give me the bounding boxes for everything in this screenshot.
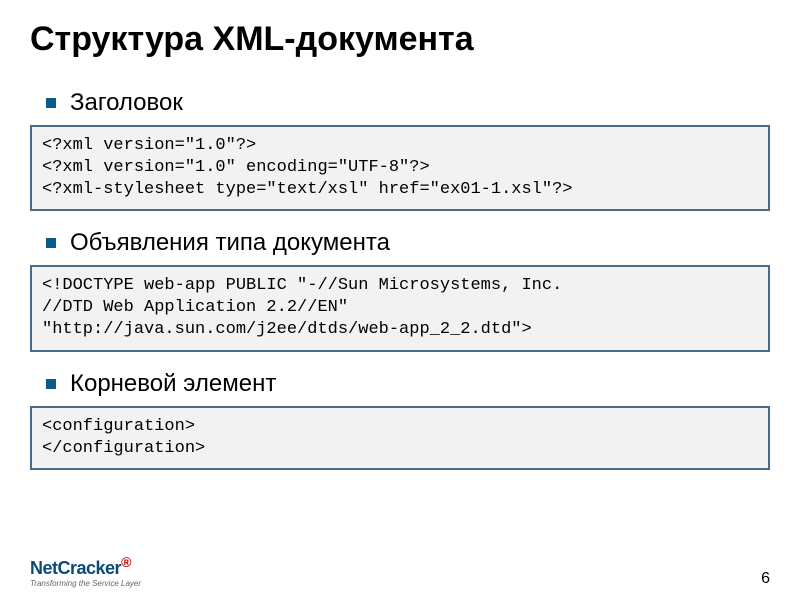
bullet-item-root: Корневой элемент	[30, 370, 770, 398]
bullet-icon	[46, 238, 56, 248]
footer: NetCracker® Transforming the Service Lay…	[30, 554, 770, 588]
bullet-label: Объявления типа документа	[70, 229, 390, 257]
bullet-label: Корневой элемент	[70, 370, 276, 398]
code-box-root: <configuration> </configuration>	[30, 406, 770, 470]
logo-main: NetCracker®	[30, 554, 141, 579]
logo: NetCracker® Transforming the Service Lay…	[30, 554, 141, 588]
logo-tagline: Transforming the Service Layer	[30, 579, 141, 588]
code-box-doctype: <!DOCTYPE web-app PUBLIC "-//Sun Microsy…	[30, 265, 770, 351]
code-box-header: <?xml version="1.0"?> <?xml version="1.0…	[30, 125, 770, 211]
bullet-icon	[46, 379, 56, 389]
bullet-item-doctype: Объявления типа документа	[30, 229, 770, 257]
bullet-label: Заголовок	[70, 89, 183, 117]
bullet-item-header: Заголовок	[30, 89, 770, 117]
page-number: 6	[761, 570, 770, 588]
slide-title: Структура XML-документа	[30, 20, 770, 59]
logo-text: NetCracker	[30, 558, 121, 578]
bullet-icon	[46, 98, 56, 108]
slide: Структура XML-документа Заголовок <?xml …	[0, 0, 800, 600]
registered-icon: ®	[121, 554, 131, 570]
